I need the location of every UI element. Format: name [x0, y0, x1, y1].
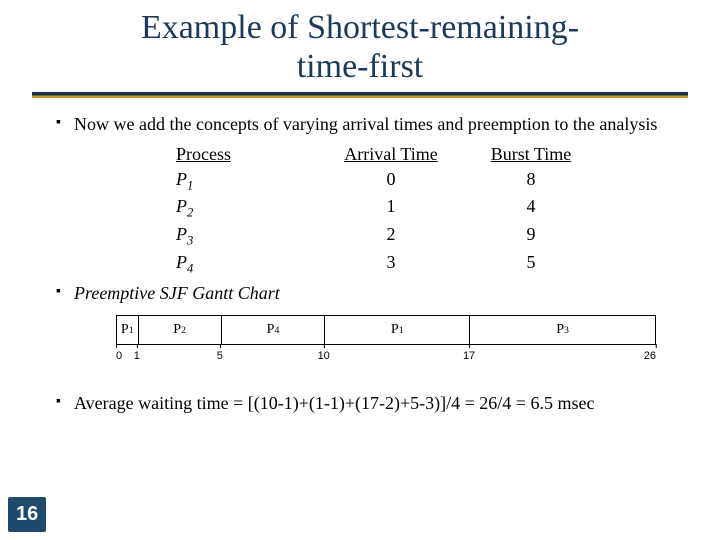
arrival: 0	[316, 167, 466, 195]
bullet-1-text: Now we add the concepts of varying arriv…	[74, 112, 680, 136]
title-line-1: Example of Shortest-remaining-	[141, 9, 579, 46]
title-line-2: time-first	[297, 48, 424, 85]
gantt-tick: 1	[134, 345, 140, 360]
gantt-tick: 5	[217, 345, 223, 360]
gantt-tick: 0	[116, 345, 122, 360]
arrival: 3	[316, 250, 466, 278]
arrival: 1	[316, 194, 466, 222]
bullet-2: ▪ Preemptive SJF Gantt Chart	[56, 281, 680, 305]
burst: 5	[466, 250, 596, 278]
col-arrival: Arrival Time	[344, 144, 438, 164]
bullet-mark: ▪	[56, 281, 74, 303]
burst: 9	[466, 222, 596, 250]
bullet-3-text: Average waiting time = [(10-1)+(1-1)+(17…	[74, 391, 680, 415]
gantt-tick: 26	[644, 345, 656, 360]
proc-sub: 4	[187, 261, 193, 275]
slide-title: Example of Shortest-remaining- time-firs…	[0, 0, 720, 86]
table-row: P1 0 8	[176, 167, 680, 195]
gantt-bar: P1P2P4P1P3	[116, 315, 656, 345]
gantt-tick: 10	[318, 345, 330, 360]
bullet-3: ▪ Average waiting time = [(10-1)+(1-1)+(…	[56, 391, 680, 415]
gantt-segment: P1	[117, 316, 139, 344]
table-header: Process Arrival Time Burst Time	[176, 142, 680, 166]
table-row: P3 2 9	[176, 222, 680, 250]
col-burst: Burst Time	[491, 144, 572, 164]
proc-sub: 3	[187, 234, 193, 248]
proc-name: P	[176, 252, 187, 272]
gantt-chart: P1P2P4P1P3 015101726	[116, 315, 680, 367]
gantt-segment: P2	[139, 316, 222, 344]
gantt-segment: P1	[325, 316, 470, 344]
table-row: P2 1 4	[176, 194, 680, 222]
col-process: Process	[176, 144, 231, 164]
burst: 4	[466, 194, 596, 222]
bullet-mark: ▪	[56, 112, 74, 134]
slide-body: ▪ Now we add the concepts of varying arr…	[0, 98, 720, 416]
proc-name: P	[176, 224, 187, 244]
proc-name: P	[176, 169, 187, 189]
gantt-tick: 17	[463, 345, 475, 360]
proc-sub: 2	[187, 206, 193, 220]
bullet-1: ▪ Now we add the concepts of varying arr…	[56, 112, 680, 136]
bullet-2-text: Preemptive SJF Gantt Chart	[74, 281, 680, 305]
proc-sub: 1	[187, 178, 193, 192]
process-table: Process Arrival Time Burst Time P1 0 8 P…	[176, 142, 680, 277]
bullet-mark: ▪	[56, 391, 74, 413]
gantt-segment: P3	[470, 316, 655, 344]
gantt-segment: P4	[222, 316, 326, 344]
arrival: 2	[316, 222, 466, 250]
gantt-ticks: 01 5 10 17 26	[116, 345, 656, 367]
slide-number-badge: 16	[8, 497, 46, 532]
burst: 8	[466, 167, 596, 195]
proc-name: P	[176, 196, 187, 216]
table-row: P4 3 5	[176, 250, 680, 278]
